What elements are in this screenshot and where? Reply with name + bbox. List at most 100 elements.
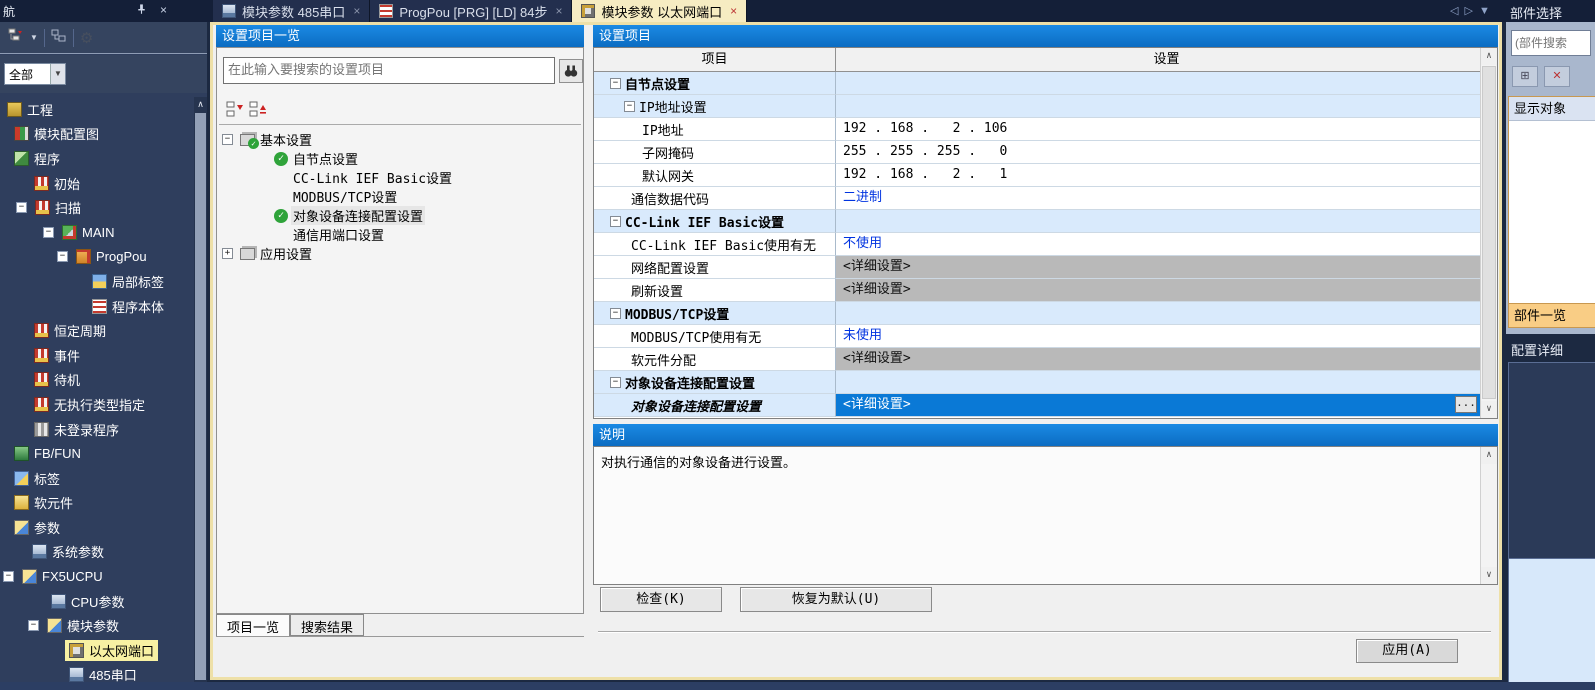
subnet-mask-value[interactable]: 255 . 255 . 255 . 0 xyxy=(836,141,1497,164)
scroll-down-icon[interactable]: ∨ xyxy=(1481,567,1497,584)
table-row[interactable]: 网络配置设置<详细设置> xyxy=(594,256,1497,279)
scrollbar-thumb[interactable] xyxy=(1482,66,1496,399)
table-row[interactable]: 软元件分配<详细设置> xyxy=(594,348,1497,371)
scroll-up-icon[interactable]: ∧ xyxy=(1481,447,1497,464)
pane-layout-icon[interactable] xyxy=(51,29,67,46)
tree-item-program[interactable]: 程序 xyxy=(0,146,194,171)
table-row[interactable]: 默认网关192 . 168 . 2 . 1 xyxy=(594,164,1497,187)
filter-dropdown[interactable]: 全部 ▼ xyxy=(4,63,66,85)
tree-item-label[interactable]: 标签 xyxy=(0,466,194,491)
tree-display-icon[interactable] xyxy=(8,28,24,47)
chevron-down-icon[interactable]: ▼ xyxy=(30,33,38,42)
collapse-all-icon[interactable] xyxy=(226,101,244,119)
tab-module-parameter-485[interactable]: 模块参数 485串口 × xyxy=(213,0,370,22)
tree-item-unregistered[interactable]: 未登录程序 xyxy=(0,417,194,442)
restore-default-button[interactable]: 恢复为默认(U) xyxy=(740,587,932,612)
tree-item-standby[interactable]: 待机 xyxy=(0,368,194,393)
tree-item-485-serial[interactable]: 485串口 xyxy=(0,663,194,682)
expand-all-icon[interactable] xyxy=(249,101,267,119)
table-row[interactable]: −IP地址设置 xyxy=(594,95,1497,118)
search-binoculars-icon[interactable] xyxy=(559,59,583,83)
table-row[interactable]: IP地址192 . 168 . 2 . 106 xyxy=(594,118,1497,141)
tree-item-progpou[interactable]: −ProgPou xyxy=(0,245,194,270)
tree-item-cpu-parameter[interactable]: CPU参数 xyxy=(0,589,194,614)
tree-item-parameter[interactable]: 参数 xyxy=(0,515,194,540)
tree-item-device[interactable]: 软元件 xyxy=(0,491,194,516)
nav-scrollbar[interactable]: ∧ xyxy=(194,97,207,682)
tree-item-scan[interactable]: −扫描 xyxy=(0,195,194,220)
table-row[interactable]: −对象设备连接配置设置 xyxy=(594,371,1497,394)
table-row[interactable]: 通信数据代码二进制 xyxy=(594,187,1497,210)
element-search-input[interactable] xyxy=(1511,30,1591,56)
detail-ellipsis-button[interactable]: ... xyxy=(1455,396,1477,413)
collapse-expander[interactable]: − xyxy=(610,216,621,227)
close-icon[interactable]: × xyxy=(160,3,167,17)
tree-item-system-parameter[interactable]: 系统参数 xyxy=(0,540,194,565)
collapse-expander[interactable]: − xyxy=(610,377,621,388)
chevron-down-icon[interactable]: ▼ xyxy=(50,64,65,84)
collapse-expander[interactable]: − xyxy=(28,620,39,631)
apply-button[interactable]: 应用(A) xyxy=(1356,639,1458,663)
tab-search-result[interactable]: 搜索结果 xyxy=(290,614,364,636)
tab-close-icon[interactable]: × xyxy=(353,4,360,18)
tree-item-fixed-cycle[interactable]: 恒定周期 xyxy=(0,318,194,343)
refresh-setting-detail[interactable]: <详细设置> xyxy=(836,279,1497,302)
collapse-expander[interactable]: − xyxy=(43,227,54,238)
tree-item-ethernet-port[interactable]: 以太网端口 xyxy=(0,638,194,663)
scroll-up-icon[interactable]: ∧ xyxy=(194,97,207,111)
scroll-up-icon[interactable]: ∧ xyxy=(1481,48,1497,65)
target-device-config-detail[interactable]: <详细设置>... xyxy=(836,394,1497,417)
check-button[interactable]: 检查(K) xyxy=(600,587,722,612)
collapse-expander[interactable]: − xyxy=(222,134,233,145)
tab-module-parameter-ethernet[interactable]: 模块参数 以太网端口 × xyxy=(572,0,747,22)
tree-item-local-label[interactable]: 局部标签 xyxy=(0,269,194,294)
tree-item-program-body[interactable]: 程序本体 xyxy=(0,294,194,319)
table-scrollbar[interactable]: ∧ ∨ xyxy=(1480,48,1497,418)
scroll-right-icon[interactable]: ▷ xyxy=(1464,5,1478,17)
item-application-settings[interactable]: +应用设置 xyxy=(217,244,583,263)
tree-item-module-config[interactable]: 模块配置图 xyxy=(0,122,194,147)
tree-item-fb-fun[interactable]: FB/FUN xyxy=(0,441,194,466)
tab-close-icon[interactable]: × xyxy=(555,4,562,18)
table-row[interactable]: CC-Link IEF Basic使用有无不使用 xyxy=(594,233,1497,256)
table-row[interactable]: 子网掩码255 . 255 . 255 . 0 xyxy=(594,141,1497,164)
tab-item-list[interactable]: 项目一览 xyxy=(216,614,290,637)
item-basic-settings[interactable]: −基本设置 xyxy=(217,130,583,149)
modbus-use-value[interactable]: 未使用 xyxy=(836,325,1497,348)
tree-item-event[interactable]: 事件 xyxy=(0,343,194,368)
item-modbus-tcp[interactable]: MODBUS/TCP设置 xyxy=(217,187,583,206)
table-row selected[interactable]: 对象设备连接配置设置<详细设置>... xyxy=(594,394,1497,417)
gear-icon[interactable]: ⚙ xyxy=(80,29,93,47)
tab-list-icon[interactable]: ▼ xyxy=(1479,5,1496,17)
default-gateway-value[interactable]: 192 . 168 . 2 . 1 xyxy=(836,164,1497,187)
tree-item-main[interactable]: −MAIN xyxy=(0,220,194,245)
table-row[interactable]: MODBUS/TCP使用有无未使用 xyxy=(594,325,1497,348)
device-assignment-detail[interactable]: <详细设置> xyxy=(836,348,1497,371)
tree-item-module-parameter[interactable]: −模块参数 xyxy=(0,613,194,638)
tab-close-icon[interactable]: × xyxy=(730,4,737,18)
collapse-expander[interactable]: − xyxy=(624,101,635,112)
collapse-expander[interactable]: − xyxy=(610,308,621,319)
collapse-expander[interactable]: − xyxy=(16,202,27,213)
favorites-icon[interactable]: ⊞ xyxy=(1512,66,1538,87)
collapse-expander[interactable]: − xyxy=(610,78,621,89)
network-config-detail[interactable]: <详细设置> xyxy=(836,256,1497,279)
cclink-use-value[interactable]: 不使用 xyxy=(836,233,1497,256)
table-row[interactable]: −MODBUS/TCP设置 xyxy=(594,302,1497,325)
comm-data-code-value[interactable]: 二进制 xyxy=(836,187,1497,210)
item-target-device-config[interactable]: 对象设备连接配置设置 xyxy=(217,206,583,225)
scrollbar-thumb[interactable] xyxy=(195,113,206,680)
tree-item-project[interactable]: 工程 xyxy=(0,97,194,122)
table-row[interactable]: −CC-Link IEF Basic设置 xyxy=(594,210,1497,233)
item-own-node[interactable]: 自节点设置 xyxy=(217,149,583,168)
setting-search-input[interactable] xyxy=(223,57,555,84)
table-row[interactable]: −自节点设置 xyxy=(594,72,1497,95)
pin-icon[interactable] xyxy=(136,3,147,18)
tree-item-no-exec-type[interactable]: 无执行类型指定 xyxy=(0,392,194,417)
tab-element-list[interactable]: 部件一览 xyxy=(1509,303,1595,327)
scroll-left-icon[interactable]: ◁ xyxy=(1450,5,1464,17)
expand-expander[interactable]: + xyxy=(222,248,233,259)
item-communication-port[interactable]: 通信用端口设置 xyxy=(217,225,583,244)
delete-icon[interactable]: ✕ xyxy=(1544,66,1570,87)
collapse-expander[interactable]: − xyxy=(3,571,14,582)
